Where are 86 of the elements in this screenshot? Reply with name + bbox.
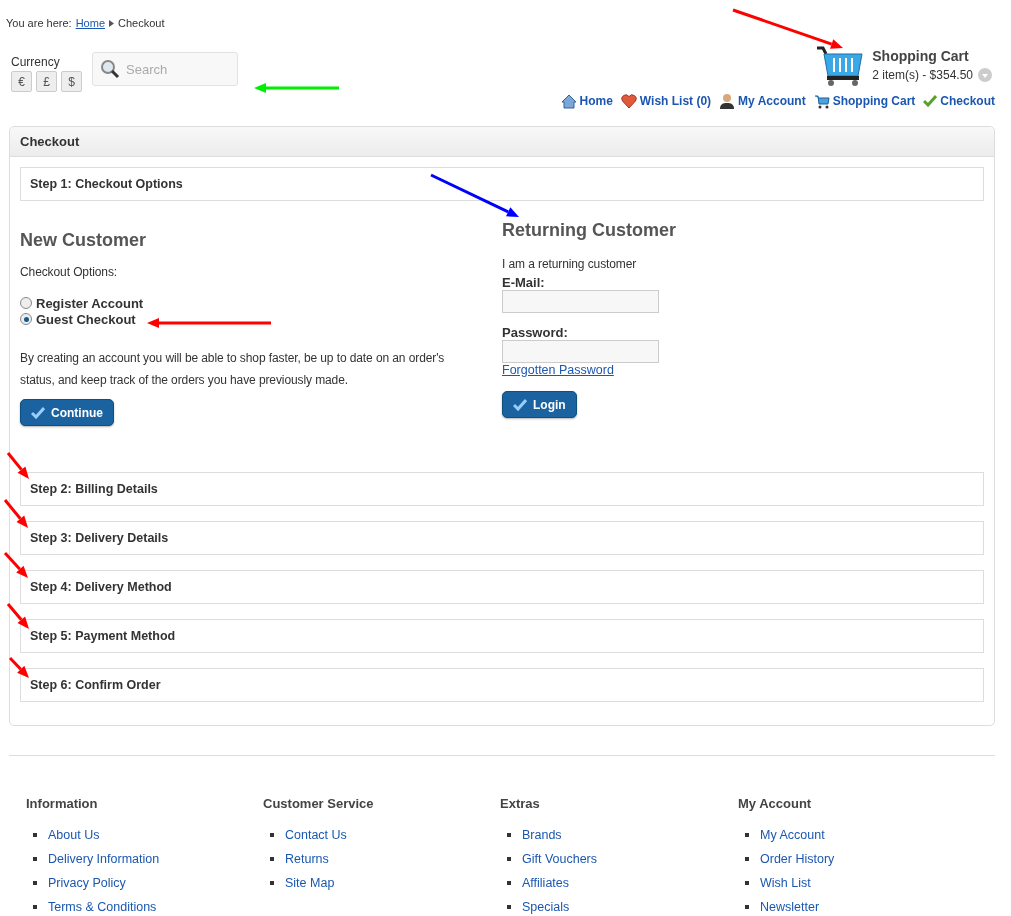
- check-icon: [513, 398, 527, 411]
- bullet-icon: [270, 881, 274, 885]
- step-header[interactable]: Step 1: Checkout Options: [20, 167, 984, 201]
- bullet-icon: [745, 905, 749, 909]
- cart-icon: [816, 46, 865, 86]
- bullet-icon: [33, 905, 37, 909]
- person-icon: [719, 93, 736, 109]
- footer-heading: My Account: [738, 796, 813, 811]
- currency-button[interactable]: $: [61, 71, 82, 92]
- forgotten-password-link[interactable]: Forgotten Password: [502, 363, 614, 377]
- footer-heading: Information: [26, 796, 99, 811]
- bullet-icon: [33, 881, 37, 885]
- bullet-icon: [507, 857, 511, 861]
- footer-link[interactable]: Brands: [522, 828, 562, 842]
- annotation-arrow: [3, 552, 28, 578]
- bullet-icon: [745, 881, 749, 885]
- intro-text: I am a returning customer: [502, 256, 638, 273]
- bullet-icon: [33, 857, 37, 861]
- footer-link[interactable]: Contact Us: [285, 828, 347, 842]
- bullet-icon: [33, 833, 37, 837]
- currency-button[interactable]: £: [36, 71, 57, 92]
- options-label: Checkout Options:: [20, 264, 119, 281]
- section-heading: New Customer: [20, 230, 148, 251]
- step-header[interactable]: Step 2: Billing Details: [20, 472, 984, 506]
- step-header[interactable]: Step 3: Delivery Details: [20, 521, 984, 555]
- radio-option[interactable]: Register Account: [20, 295, 502, 311]
- annotation-arrow: [6, 603, 29, 629]
- top-link[interactable]: Shopping Cart: [813, 93, 916, 109]
- breadcrumb-link[interactable]: Home: [75, 17, 105, 29]
- footer-link[interactable]: Wish List: [760, 876, 811, 890]
- radio-option[interactable]: Guest Checkout: [20, 311, 502, 327]
- search-field[interactable]: Search: [92, 52, 238, 86]
- chevron-down-icon[interactable]: [978, 68, 992, 82]
- top-link[interactable]: Checkout: [923, 93, 995, 109]
- footer-link[interactable]: Specials: [522, 900, 570, 914]
- footer-link[interactable]: Affiliates: [522, 876, 569, 890]
- step-header[interactable]: Step 6: Confirm Order: [20, 668, 984, 702]
- cart-title[interactable]: Shopping Cart: [872, 48, 992, 64]
- cart-icon: [813, 93, 830, 109]
- panel-title: Checkout: [10, 127, 994, 157]
- top-link[interactable]: Wish List (0): [620, 93, 712, 109]
- footer-link[interactable]: Privacy Policy: [48, 876, 126, 890]
- currency-button[interactable]: €: [11, 71, 32, 92]
- top-link[interactable]: Home: [560, 93, 613, 109]
- footer-heading: Customer Service: [263, 796, 375, 811]
- footer-link[interactable]: Newsletter: [760, 900, 820, 914]
- footer-link[interactable]: Terms & Conditions: [48, 900, 157, 914]
- footer-link[interactable]: Site Map: [285, 876, 335, 890]
- footer-link[interactable]: About Us: [48, 828, 100, 842]
- annotation-arrow: [6, 452, 29, 479]
- footer-link[interactable]: Gift Vouchers: [522, 852, 598, 866]
- field-label: E-Mail:: [502, 275, 546, 290]
- account-description: By creating an account you will be able to shop faster, be up to date on an order's status, and keep track of the orders you have previously made.: [20, 350, 446, 389]
- bullet-icon: [745, 833, 749, 837]
- continue-button[interactable]: Continue: [20, 399, 114, 426]
- footer-link[interactable]: Returns: [285, 852, 329, 866]
- bullet-icon: [745, 857, 749, 861]
- bullet-icon: [507, 881, 511, 885]
- footer-link[interactable]: My Account: [760, 828, 825, 842]
- step-header[interactable]: Step 4: Delivery Method: [20, 570, 984, 604]
- section-heading: Returning Customer: [502, 220, 677, 241]
- footer-link[interactable]: Order History: [760, 852, 835, 866]
- check-icon: [923, 95, 938, 107]
- bullet-icon: [507, 833, 511, 837]
- triangle-icon: [109, 19, 114, 27]
- annotation-arrow: [8, 656, 29, 678]
- currency-label: Currency: [11, 55, 61, 69]
- top-link[interactable]: My Account: [719, 93, 806, 109]
- cart-summary: 2 item(s) - $354.50: [872, 68, 973, 82]
- bullet-icon: [507, 905, 511, 909]
- footer-link[interactable]: Delivery Information: [48, 852, 160, 866]
- input-field[interactable]: [502, 340, 659, 363]
- footer-heading: Extras: [500, 796, 541, 811]
- input-field[interactable]: [502, 290, 659, 313]
- annotation-arrow: [3, 499, 28, 528]
- login-button[interactable]: Login: [502, 391, 577, 418]
- check-icon: [31, 406, 45, 419]
- bullet-icon: [270, 833, 274, 837]
- step-header[interactable]: Step 5: Payment Method: [20, 619, 984, 653]
- field-label: Password:: [502, 325, 569, 340]
- search-icon: [100, 59, 120, 79]
- bullet-icon: [270, 857, 274, 861]
- breadcrumb-current: Checkout: [118, 17, 165, 29]
- breadcrumb-label: You are here:: [6, 17, 72, 29]
- house-icon: [560, 93, 577, 109]
- heart-icon: [620, 93, 637, 109]
